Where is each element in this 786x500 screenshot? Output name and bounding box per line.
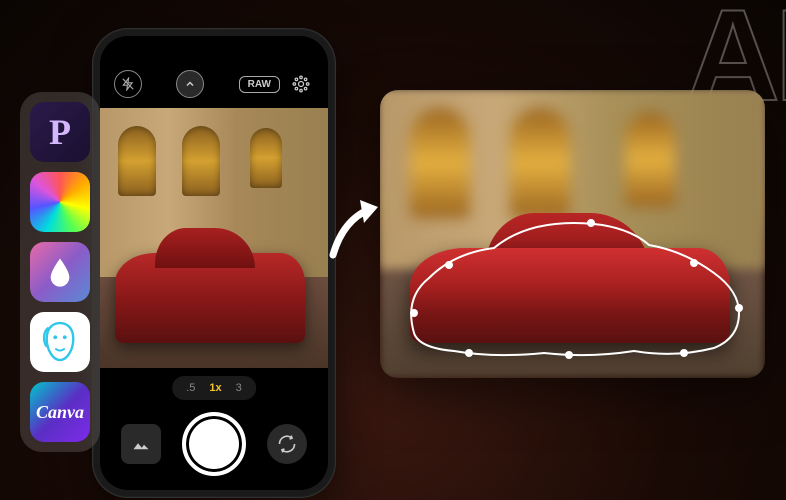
scene-window xyxy=(250,128,282,188)
switch-camera-icon xyxy=(277,434,297,454)
selection-handle[interactable] xyxy=(587,219,595,227)
phone-notch xyxy=(159,36,269,56)
gallery-button[interactable] xyxy=(121,424,161,464)
selection-outline[interactable] xyxy=(394,203,744,363)
landscape-icon xyxy=(132,437,150,451)
zoom-option[interactable]: 3 xyxy=(236,382,242,394)
selection-handle[interactable] xyxy=(465,349,473,357)
selection-handle[interactable] xyxy=(445,261,453,269)
scene-window xyxy=(118,126,156,196)
raw-toggle[interactable]: RAW xyxy=(239,76,280,93)
app-icon-pixlr[interactable]: P xyxy=(30,102,90,162)
selection-handle[interactable] xyxy=(690,259,698,267)
app-icon-watermark[interactable] xyxy=(30,242,90,302)
app-dock: P Canva xyxy=(20,92,100,452)
sparkle-icon xyxy=(291,74,311,94)
result-window xyxy=(510,108,570,218)
flash-toggle[interactable] xyxy=(114,70,142,98)
flash-off-icon xyxy=(121,77,135,91)
filter-button[interactable] xyxy=(288,71,314,97)
result-window xyxy=(410,108,470,218)
selection-handle[interactable] xyxy=(735,304,743,312)
selection-path xyxy=(394,203,744,363)
selection-handle[interactable] xyxy=(680,349,688,357)
scene-window xyxy=(182,126,220,196)
app-icon-colorwheel[interactable] xyxy=(30,172,90,232)
scene-car xyxy=(115,253,305,343)
phone-mockup: RAW .5 1x 3 xyxy=(92,28,336,498)
selection-handle[interactable] xyxy=(565,351,573,359)
zoom-option-active[interactable]: 1x xyxy=(209,382,221,394)
camera-bottom-controls xyxy=(100,412,328,476)
app-icon-canva[interactable]: Canva xyxy=(30,382,90,442)
app-icon-facetune[interactable] xyxy=(30,312,90,372)
droplet-icon xyxy=(44,256,76,288)
camera-viewfinder[interactable] xyxy=(100,108,328,368)
chevron-up-icon xyxy=(184,78,196,90)
curved-arrow-icon xyxy=(328,195,388,265)
result-window xyxy=(625,112,675,207)
zoom-option[interactable]: .5 xyxy=(186,382,195,394)
camera-top-controls: RAW xyxy=(100,66,328,102)
camera-options-toggle[interactable] xyxy=(176,70,204,98)
switch-camera-button[interactable] xyxy=(267,424,307,464)
face-icon xyxy=(41,318,79,366)
zoom-selector[interactable]: .5 1x 3 xyxy=(172,376,256,400)
result-preview xyxy=(380,90,765,378)
transform-arrow xyxy=(328,195,388,270)
selection-handle[interactable] xyxy=(410,309,418,317)
phone-screen: RAW .5 1x 3 xyxy=(100,36,328,490)
shutter-button[interactable] xyxy=(182,412,246,476)
